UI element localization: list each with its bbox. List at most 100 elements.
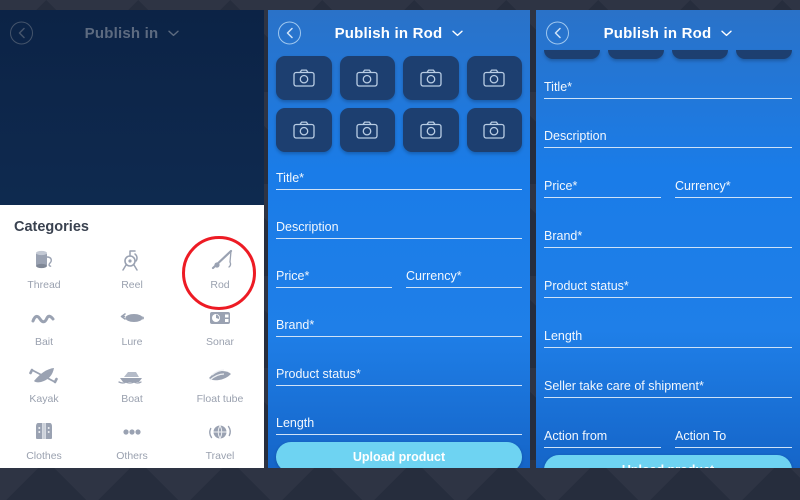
field-label: Action To xyxy=(675,429,727,443)
category-item-kayak[interactable]: Kayak xyxy=(0,357,88,412)
field-product-status[interactable]: Product status* xyxy=(276,366,522,386)
chevron-down-icon[interactable] xyxy=(721,30,733,37)
field-label: Product status* xyxy=(544,279,629,293)
row-price-currency: Price* Currency* xyxy=(544,178,792,198)
field-label: Currency* xyxy=(406,269,462,283)
field-label: Action from xyxy=(544,429,608,443)
camera-icon xyxy=(420,69,442,87)
panel-category-picker: Publish in Categories Thread Reel Rod Ba… xyxy=(0,10,264,468)
field-label: Seller take care of shipment* xyxy=(544,379,704,393)
boat-icon xyxy=(117,360,147,390)
field-title[interactable]: Title* xyxy=(544,79,792,99)
upload-product-button[interactable]: Upload product xyxy=(544,455,792,468)
chevron-down-icon[interactable] xyxy=(168,30,180,37)
camera-icon xyxy=(293,69,315,87)
category-grid: Thread Reel Rod Bait Lure Sonar Kayak Bo… xyxy=(0,243,264,468)
category-item-travel[interactable]: Travel xyxy=(176,414,264,468)
categories-sheet: Categories Thread Reel Rod Bait Lure Son… xyxy=(0,205,264,468)
fishing-rod-icon xyxy=(205,246,235,276)
back-button[interactable] xyxy=(278,21,301,45)
photo-tile[interactable] xyxy=(276,108,332,152)
field-seller-shipment[interactable]: Seller take care of shipment* xyxy=(544,378,792,398)
category-label: Thread xyxy=(27,279,61,291)
panel2-header: Publish in Rod xyxy=(268,10,530,56)
row-action-from-to: Action from Action To xyxy=(544,428,792,448)
upload-product-button[interactable]: Upload product xyxy=(276,442,522,468)
chevron-left-icon xyxy=(18,27,25,39)
field-brand[interactable]: Brand* xyxy=(276,317,522,337)
photo-tile[interactable] xyxy=(339,56,395,100)
field-label: Currency* xyxy=(675,179,731,193)
camera-icon xyxy=(483,69,505,87)
back-button[interactable] xyxy=(546,21,569,45)
field-description[interactable]: Description xyxy=(544,128,792,148)
thread-spool-icon xyxy=(30,246,58,276)
publish-form: Title* Description Price* Currency* Bran… xyxy=(536,79,800,448)
panel-publish-form-scrolled: Publish in Rod Title* Description Price*… xyxy=(536,10,800,468)
photo-tile[interactable] xyxy=(339,108,395,152)
category-label: Boat xyxy=(121,393,143,405)
field-label: Description xyxy=(544,129,607,143)
photo-tile[interactable] xyxy=(276,56,332,100)
category-label: Travel xyxy=(205,450,235,462)
page-title: Publish in Rod xyxy=(603,24,712,42)
category-item-float-tube[interactable]: Float tube xyxy=(176,357,264,412)
kayak-icon xyxy=(29,360,59,390)
back-button[interactable] xyxy=(10,21,33,45)
fishing-reel-icon xyxy=(118,246,146,276)
chevron-left-icon xyxy=(286,27,293,39)
field-length[interactable]: Length xyxy=(276,415,522,435)
photo-tile-grid xyxy=(268,56,530,152)
field-brand[interactable]: Brand* xyxy=(544,228,792,248)
publish-form: Title* Description Price* Currency* Bran… xyxy=(268,170,530,435)
chevron-down-icon[interactable] xyxy=(452,30,464,37)
field-product-status[interactable]: Product status* xyxy=(544,278,792,298)
category-item-reel[interactable]: Reel xyxy=(88,243,176,298)
page-title: Publish in Rod xyxy=(334,24,443,42)
camera-icon xyxy=(356,121,378,139)
field-label: Title* xyxy=(544,80,573,94)
field-label: Length xyxy=(276,416,315,430)
category-item-thread[interactable]: Thread xyxy=(0,243,88,298)
category-item-sonar[interactable]: Sonar xyxy=(176,300,264,355)
photo-tile[interactable] xyxy=(403,56,459,100)
worm-bait-icon xyxy=(29,303,59,333)
sheet-title: Categories xyxy=(14,219,89,235)
field-currency[interactable]: Currency* xyxy=(675,178,792,198)
category-item-boat[interactable]: Boat xyxy=(88,357,176,412)
photo-tile[interactable] xyxy=(466,108,522,152)
camera-icon xyxy=(483,121,505,139)
field-description[interactable]: Description xyxy=(276,219,522,239)
photo-tile[interactable] xyxy=(403,108,459,152)
field-label: Description xyxy=(276,220,339,234)
field-title[interactable]: Title* xyxy=(276,170,522,190)
field-label: Brand* xyxy=(276,318,315,332)
field-label: Length xyxy=(544,329,583,343)
field-length[interactable]: Length xyxy=(544,328,792,348)
camera-icon xyxy=(356,69,378,87)
field-action-from[interactable]: Action from xyxy=(544,428,661,448)
category-item-bait[interactable]: Bait xyxy=(0,300,88,355)
category-label: Kayak xyxy=(29,393,59,405)
field-label: Price* xyxy=(276,269,310,283)
field-price[interactable]: Price* xyxy=(276,268,392,288)
category-label: Sonar xyxy=(205,336,235,348)
category-item-clothes[interactable]: Clothes xyxy=(0,414,88,468)
globe-travel-icon xyxy=(205,417,235,447)
screens-container: Publish in Categories Thread Reel Rod Ba… xyxy=(0,0,800,500)
float-tube-icon xyxy=(205,360,235,390)
field-action-to[interactable]: Action To xyxy=(675,428,792,448)
fishing-lure-icon xyxy=(117,303,147,333)
category-item-lure[interactable]: Lure xyxy=(88,300,176,355)
category-label: Bait xyxy=(34,336,54,348)
category-item-rod[interactable]: Rod xyxy=(176,243,264,298)
field-label: Title* xyxy=(276,171,305,185)
field-currency[interactable]: Currency* xyxy=(406,268,522,288)
category-label: Lure xyxy=(121,336,143,348)
field-price[interactable]: Price* xyxy=(544,178,661,198)
category-item-others[interactable]: Others xyxy=(88,414,176,468)
page-title: Publish in xyxy=(84,24,159,42)
life-vest-icon xyxy=(29,417,59,447)
category-label: Others xyxy=(116,450,148,462)
photo-tile[interactable] xyxy=(466,56,522,100)
